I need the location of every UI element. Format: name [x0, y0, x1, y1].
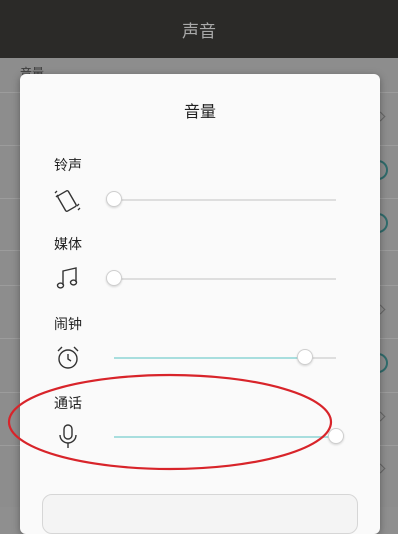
media-label: 媒体	[54, 237, 82, 253]
volume-dialog: 音量 铃声 媒体 闹钟 通话	[20, 74, 380, 534]
ringtone-slider-thumb[interactable]	[106, 191, 122, 207]
call-label: 通话	[54, 396, 82, 412]
dialog-bottom-button[interactable]	[42, 494, 358, 534]
microphone-icon[interactable]	[54, 422, 82, 450]
vibrate-phone-icon[interactable]	[54, 186, 82, 214]
call-slider-thumb[interactable]	[328, 428, 344, 444]
alarm-clock-icon[interactable]	[54, 344, 82, 372]
ringtone-slider[interactable]	[106, 191, 336, 207]
ringtone-label: 铃声	[54, 158, 82, 174]
app-bar: 声音	[0, 0, 398, 58]
media-slider-thumb[interactable]	[106, 270, 122, 286]
alarm-slider-thumb[interactable]	[296, 349, 313, 365]
dialog-title: 音量	[183, 102, 216, 121]
music-note-icon[interactable]	[54, 264, 82, 292]
app-bar-title: 声音	[182, 21, 216, 42]
alarm-slider-fill	[114, 357, 305, 359]
media-slider[interactable]	[106, 270, 336, 286]
call-slider-fill	[114, 436, 336, 438]
call-slider[interactable]	[114, 428, 344, 444]
alarm-label: 闹钟	[54, 317, 82, 333]
alarm-slider[interactable]	[114, 349, 336, 365]
